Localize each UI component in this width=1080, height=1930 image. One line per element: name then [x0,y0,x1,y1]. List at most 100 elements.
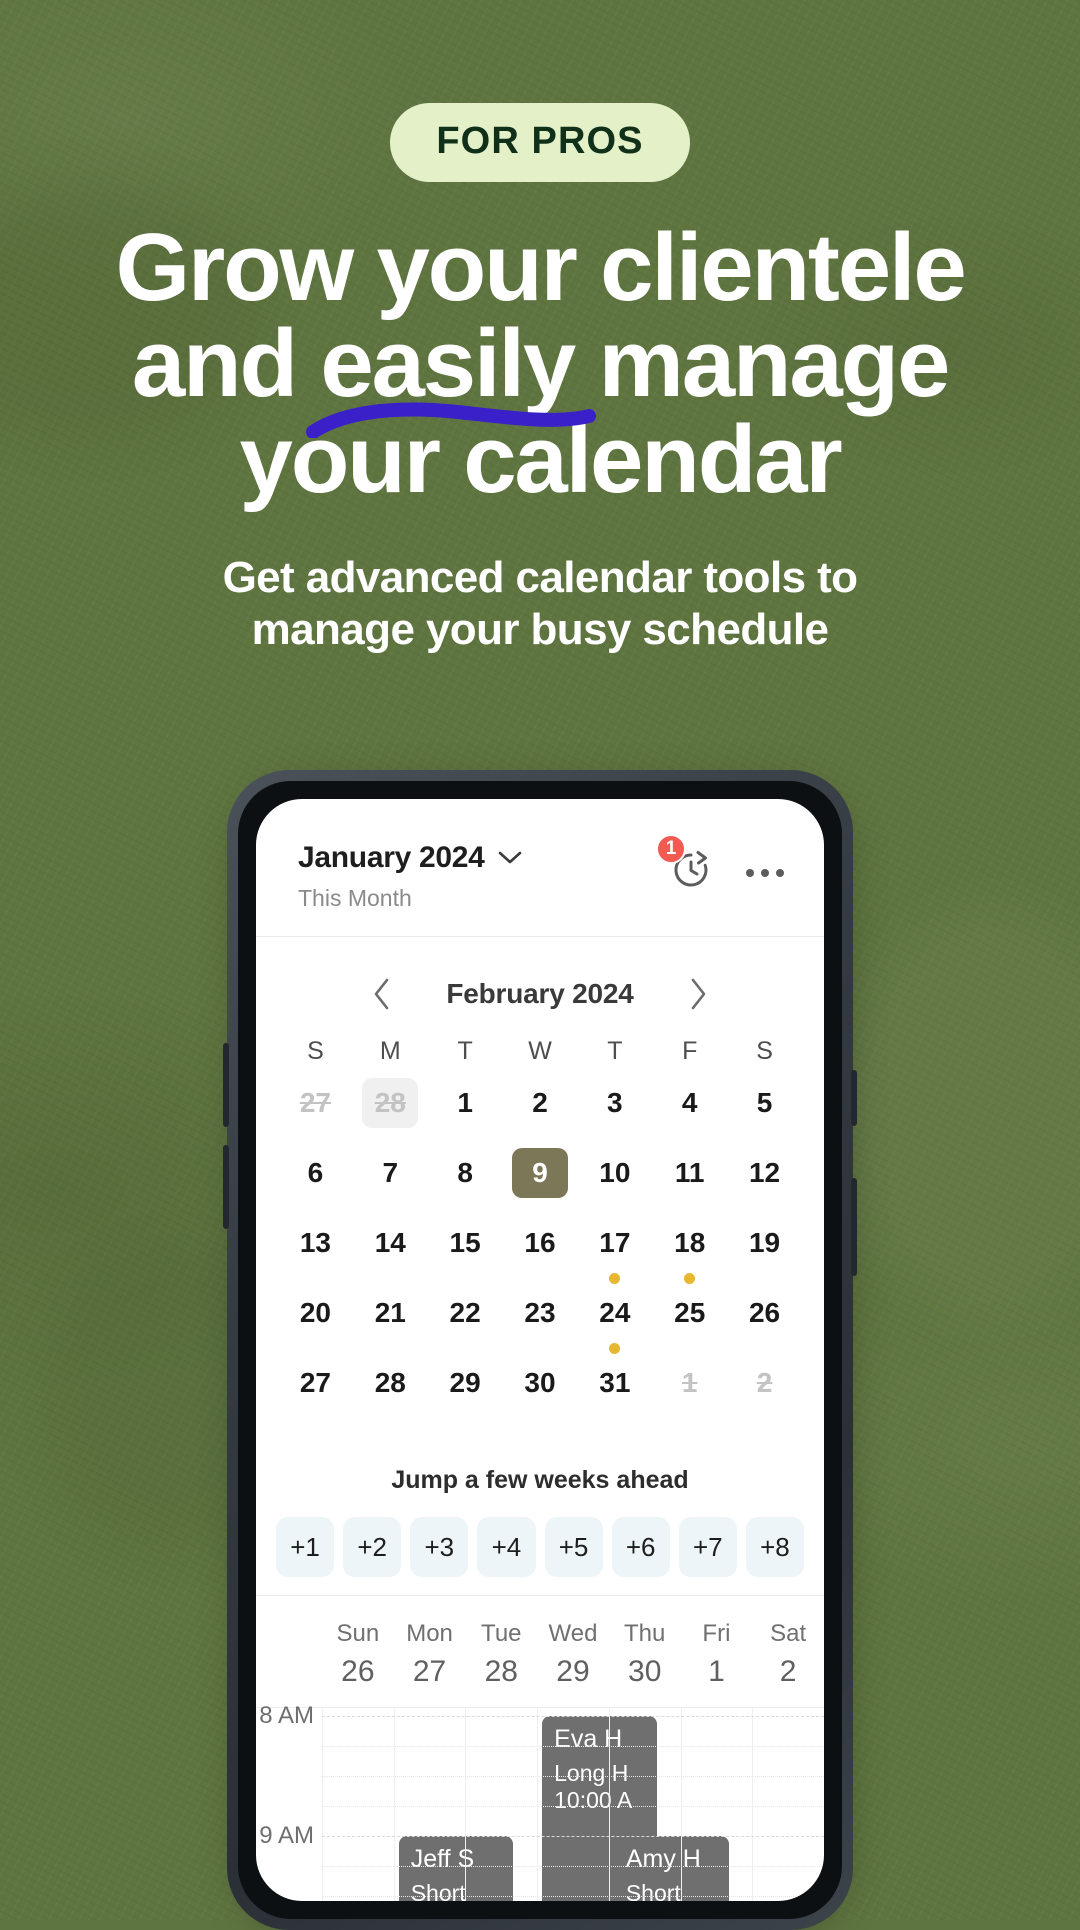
calendar-day-29[interactable]: 29 [428,1358,503,1424]
jump-chip-plus1[interactable]: +1 [276,1517,335,1577]
event-indicator-dot [684,1273,696,1284]
hero-section: FOR PROS Grow your clientele and easily … [0,0,1080,656]
calendar-day-26[interactable]: 26 [727,1288,802,1354]
calendar-day-number: 8 [457,1157,473,1188]
calendar-day-21[interactable]: 21 [353,1288,428,1354]
calendar-day-15[interactable]: 15 [428,1218,503,1284]
calendar-day-18[interactable]: 18 [652,1218,727,1284]
timeline-column-0[interactable] [322,1708,394,1901]
timeline-column-6[interactable] [752,1708,824,1901]
calendar-day-6[interactable]: 6 [278,1148,353,1214]
calendar-week-row: 20 21 22 23 24 25 26 [256,1288,824,1354]
week-strip-day-sat[interactable]: Sat 2 [752,1620,824,1689]
calendar-day-number: 24 [599,1297,631,1328]
calendar-day-7[interactable]: 7 [353,1148,428,1214]
calendar-day-20[interactable]: 20 [278,1288,353,1354]
calendar-day-5[interactable]: 5 [727,1078,802,1144]
headline-line-1: Grow your clientele [115,214,966,321]
jump-chip-plus2[interactable]: +2 [343,1517,402,1577]
more-options-button[interactable] [746,868,784,877]
calendar-day-30[interactable]: 30 [503,1358,578,1424]
jump-chip-plus5[interactable]: +5 [544,1517,603,1577]
jump-weeks-title: Jump a few weeks ahead [391,1466,689,1494]
calendar-day-1[interactable]: 1 [652,1358,727,1424]
week-day-strip: Sun 26 Mon 27 Tue 28 Wed 29 Thu 30 Fri 1 Sat 2 [256,1595,824,1707]
timeline-column-1[interactable]: Jeff SShort 11:00 A [393,1708,514,1901]
timeline-column-5[interactable] [680,1708,753,1901]
more-dot-3 [776,868,784,877]
calendar-app: January 2024 This Month 1 February 2024 … [256,799,824,1901]
calendar-day-17[interactable]: 17 [577,1218,652,1284]
jump-chip-plus6[interactable]: +6 [611,1517,670,1577]
timeline-column-4[interactable]: Amy HShort 11:00 A [608,1708,729,1901]
week-strip-day-sun[interactable]: Sun 26 [322,1620,394,1689]
page-title: Grow your clientele and easily manage yo… [0,220,1080,508]
week-strip-day-thu[interactable]: Thu 30 [609,1620,681,1689]
next-month-icon[interactable] [688,977,708,1011]
timeline-column-2[interactable] [465,1708,537,1901]
calendar-day-27[interactable]: 27 [278,1358,353,1424]
calendar-day-28[interactable]: 28 [353,1358,428,1424]
calendar-day-8[interactable]: 8 [428,1148,503,1214]
more-dot-1 [746,868,754,877]
calendar-day-number: 26 [748,1297,781,1328]
week-strip-day-wed[interactable]: Wed 29 [537,1620,609,1689]
week-strip-day-name: Fri [702,1620,731,1647]
weekday-label-2: T [457,1037,473,1065]
subtitle-line-1: Get advanced calendar tools to [222,553,858,602]
calendar-day-number: 9 [511,1148,568,1198]
phone-side-button [851,1178,857,1276]
calendar-day-2[interactable]: 2 [727,1358,802,1424]
app-header-left: January 2024 This Month [298,841,523,912]
calendar-day-number: 11 [674,1157,705,1188]
calendar-day-16[interactable]: 16 [503,1218,578,1284]
jump-chip-plus8[interactable]: +8 [745,1517,804,1577]
calendar-day-31[interactable]: 31 [577,1358,652,1424]
calendar-day-number: 2 [532,1087,548,1118]
calendar-day-number: 27 [299,1087,331,1118]
notification-count-badge: 1 [656,834,686,864]
subtitle-line-2: manage your busy schedule [251,604,829,654]
month-selector[interactable]: January 2024 [298,841,523,875]
calendar-day-1[interactable]: 1 [428,1078,503,1144]
calendar-day-number: 30 [524,1367,556,1398]
headline-accent-word: easily [306,316,597,438]
calendar-day-22[interactable]: 22 [428,1288,503,1354]
calendar-day-4[interactable]: 4 [652,1078,727,1144]
timeline-subhour-line [322,1806,824,1807]
for-pros-badge: FOR PROS [390,103,690,182]
calendar-day-23[interactable]: 23 [503,1288,578,1354]
headline-line-2: and easily manage [0,316,1080,438]
timeline-subhour-line [322,1776,824,1777]
calendar-day-27[interactable]: 27 [278,1078,353,1144]
calendar-day-14[interactable]: 14 [353,1218,428,1284]
calendar-day-28[interactable]: 28 [353,1078,428,1144]
calendar-day-24[interactable]: 24 [577,1288,652,1354]
week-strip-day-tue[interactable]: Tue 28 [465,1620,537,1689]
month-navigation: February 2024 [256,937,824,1037]
prev-month-icon[interactable] [372,977,392,1011]
jump-weeks-chips: +1 +2 +3 +4 +5 +6 +7 +8 [256,1517,824,1577]
calendar-day-9[interactable]: 9 [503,1148,578,1214]
calendar-day-10[interactable]: 10 [577,1148,652,1214]
calendar-day-19[interactable]: 19 [727,1218,802,1284]
week-strip-day-mon[interactable]: Mon 27 [394,1620,466,1689]
calendar-day-25[interactable]: 25 [652,1288,727,1354]
jump-chip-plus7[interactable]: +7 [678,1517,737,1577]
jump-chip-plus4[interactable]: +4 [477,1517,536,1577]
calendar-day-13[interactable]: 13 [278,1218,353,1284]
calendar-day-2[interactable]: 2 [503,1078,578,1144]
week-strip-day-fri[interactable]: Fri 1 [681,1620,753,1689]
calendar-day-number: 12 [748,1157,781,1188]
calendar-day-number: 28 [362,1078,419,1128]
timeline-column-3[interactable]: Eva H Long H 10:00 A [537,1708,657,1901]
calendar-day-11[interactable]: 11 [652,1148,727,1214]
phone-volume-down-button [223,1145,229,1229]
calendar-day-12[interactable]: 12 [727,1148,802,1214]
week-strip-day-number: 29 [556,1655,590,1688]
day-timeline[interactable]: 8 AM 9 AM Jeff SShort 11:00 AEva HLong H10… [256,1702,824,1901]
week-strip-day-number: 26 [341,1655,375,1688]
history-button[interactable]: 1 [656,834,714,898]
calendar-day-3[interactable]: 3 [577,1078,652,1144]
jump-chip-plus3[interactable]: +3 [410,1517,469,1577]
